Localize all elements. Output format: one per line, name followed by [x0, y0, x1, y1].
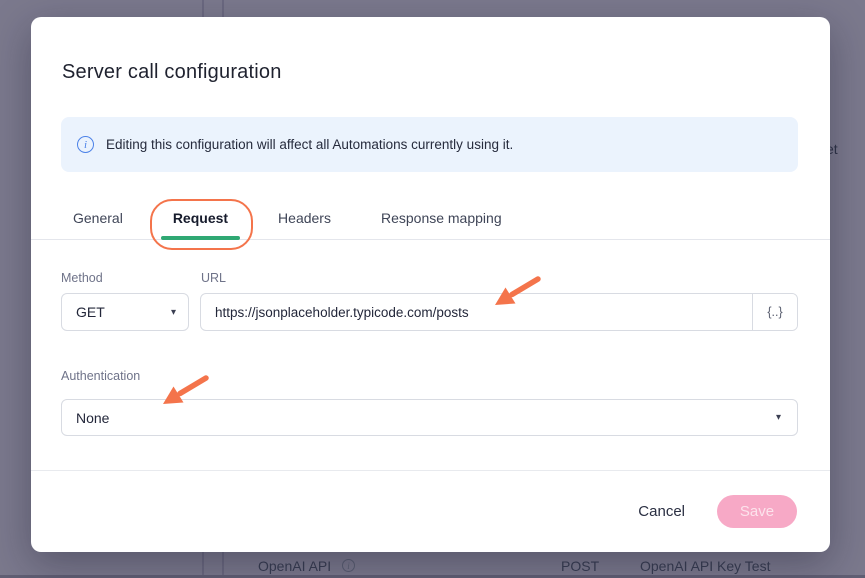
authentication-label: Authentication — [61, 369, 140, 383]
tab-headers[interactable]: Headers — [278, 200, 331, 240]
method-label: Method — [61, 271, 103, 285]
save-button[interactable]: Save — [717, 495, 797, 528]
url-input[interactable] — [201, 294, 752, 330]
info-icon: i — [77, 136, 94, 153]
cancel-button[interactable]: Cancel — [638, 503, 685, 520]
dialog-footer: Cancel Save — [31, 470, 830, 552]
info-icon: i — [342, 559, 355, 572]
tab-request[interactable]: Request — [173, 200, 228, 240]
tab-general[interactable]: General — [73, 200, 123, 240]
authentication-select-value: None — [76, 410, 109, 426]
chevron-down-icon: ▾ — [171, 307, 176, 318]
info-banner-text: Editing this configuration will affect a… — [106, 137, 513, 152]
background-row-method: POST — [561, 558, 599, 574]
dialog-title: Server call configuration — [62, 61, 282, 84]
url-input-group: {..} — [200, 293, 798, 331]
insert-variable-button[interactable]: {..} — [752, 294, 797, 330]
tab-response-mapping[interactable]: Response mapping — [381, 200, 502, 240]
background-row-name: OpenAI API — [258, 558, 331, 574]
background-row-authentication: OpenAI API Key Test — [640, 558, 770, 574]
url-label: URL — [201, 271, 226, 285]
authentication-select[interactable]: None ▾ — [61, 399, 798, 436]
method-select-value: GET — [76, 304, 105, 320]
server-call-configuration-dialog: Server call configuration i Editing this… — [31, 17, 830, 552]
info-banner: i Editing this configuration will affect… — [61, 117, 798, 172]
tab-bar: General Request Headers Response mapping — [31, 200, 830, 240]
chevron-down-icon: ▾ — [776, 412, 781, 423]
method-select[interactable]: GET ▾ — [61, 293, 189, 331]
